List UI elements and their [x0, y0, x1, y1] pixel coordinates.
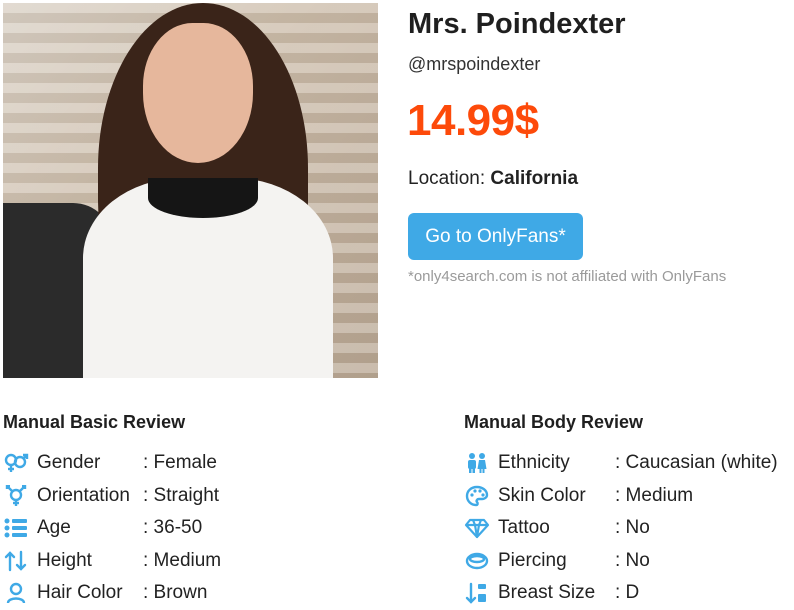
review-label: Tattoo	[498, 517, 550, 539]
review-label: Gender	[37, 452, 101, 474]
orientation-icon	[3, 484, 29, 507]
review-label: Skin Color	[498, 484, 586, 506]
review-value: : Brown	[143, 582, 208, 604]
age-list-icon	[3, 517, 29, 539]
review-row-breast-size: Breast Size : D	[464, 577, 778, 610]
review-label: Orientation	[37, 484, 130, 506]
review-value: : Female	[143, 452, 217, 474]
height-arrows-icon	[3, 550, 29, 572]
photo-face	[143, 23, 253, 163]
review-label: Breast Size	[498, 582, 596, 604]
review-value: : No	[615, 549, 650, 571]
gender-icon	[3, 452, 29, 474]
review-value: : Medium	[143, 549, 222, 571]
sort-down-icon	[464, 582, 490, 604]
body-review-title: Manual Body Review	[464, 412, 644, 432]
review-row-height: Height : Medium	[3, 545, 221, 578]
review-row-orientation: Orientation : Straight	[3, 480, 221, 513]
review-value: : Straight	[143, 484, 220, 506]
review-row-ethnicity: Ethnicity : Caucasian (white)	[464, 447, 778, 480]
review-value: : No	[615, 517, 650, 539]
review-value: : Medium	[615, 484, 694, 506]
profile-handle: @mrspoindexter	[408, 54, 541, 74]
review-row-skin-color: Skin Color : Medium	[464, 480, 778, 513]
location-value: California	[490, 168, 579, 189]
ring-icon	[464, 550, 490, 572]
hair-color-icon	[3, 582, 29, 604]
diamond-icon	[464, 517, 490, 539]
review-row-hair-color: Hair Color : Brown	[3, 577, 221, 610]
review-label: Height	[37, 549, 92, 571]
review-label: Age	[37, 517, 71, 539]
body-review-section: Manual Body Review Ethnicity : Caucasian…	[464, 412, 778, 610]
basic-review-section: Manual Basic Review Gender : Female Orie…	[3, 412, 221, 610]
review-label: Ethnicity	[498, 452, 570, 474]
basic-review-title: Manual Basic Review	[3, 412, 186, 432]
review-row-piercing: Piercing : No	[464, 545, 778, 578]
location: Location: California	[408, 168, 578, 190]
ethnicity-people-icon	[464, 452, 490, 474]
profile-photo	[3, 3, 378, 378]
photo-collar	[148, 178, 258, 218]
review-value: : 36-50	[143, 517, 203, 539]
price: 14.99$	[407, 96, 539, 145]
location-label: Location:	[408, 168, 486, 189]
review-value: : Caucasian (white)	[615, 452, 778, 474]
review-row-gender: Gender : Female	[3, 447, 221, 480]
review-label: Hair Color	[37, 582, 123, 604]
palette-icon	[464, 485, 490, 507]
profile-name: Mrs. Poindexter	[408, 8, 626, 40]
review-row-age: Age : 36-50	[3, 512, 221, 545]
disclaimer: *only4search.com is not affiliated with …	[408, 268, 727, 285]
review-row-tattoo: Tattoo : No	[464, 512, 778, 545]
review-label: Piercing	[498, 549, 567, 571]
review-value: : D	[615, 582, 640, 604]
go-to-onlyfans-button[interactable]: Go to OnlyFans*	[408, 213, 583, 260]
